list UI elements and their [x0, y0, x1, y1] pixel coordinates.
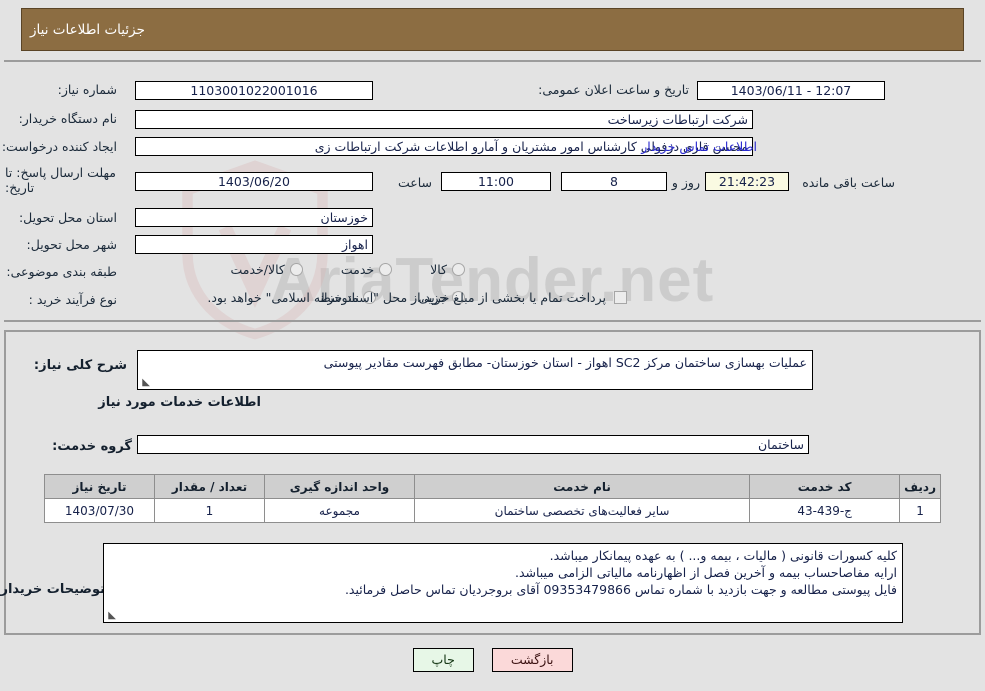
deadline-label: مهلت ارسال پاسخ: تا تاریخ:: [5, 165, 116, 195]
page-root: AriaTender.net جزئیات اطلاعات نیاز شماره…: [0, 0, 985, 691]
description-textarea[interactable]: عملیات بهسازی ساختمان مرکز SC2 اهواز - ا…: [137, 350, 813, 390]
resize-grip-icon[interactable]: ◣: [140, 378, 150, 388]
announce-datetime-value: 1403/06/11 - 12:07: [697, 81, 885, 100]
buyer-note-line: ارایه مفاصاحساب بیمه و آخرین فصل از اظها…: [514, 565, 897, 580]
description-label: شرح کلی نیاز:: [33, 358, 127, 373]
cell-name: سایر فعالیت‌های تخصصی ساختمان: [413, 498, 751, 523]
category-option-label: کالا: [430, 262, 447, 277]
checkbox-icon[interactable]: [614, 291, 627, 304]
need-number-value: 1103001022001016: [135, 81, 373, 100]
service-group-label-row: گروه خدمت:: [52, 439, 132, 454]
description-label-row: شرح کلی نیاز:: [34, 358, 127, 373]
cell-unit: مجموعه: [264, 498, 415, 523]
action-buttons: بازگشت چاپ: [0, 648, 985, 672]
cell-index: 1: [899, 498, 941, 523]
buyer-org-label-row: نام دستگاه خریدار:: [19, 111, 117, 126]
page-header: جزئیات اطلاعات نیاز: [21, 8, 964, 51]
province-label-row: استان محل تحویل:: [19, 210, 117, 225]
th-date: تاریخ نیاز: [44, 474, 155, 499]
buyer-org-label: نام دستگاه خریدار:: [18, 111, 117, 126]
table-row: 1 ج-439-43 سایر فعالیت‌های تخصصی ساختمان…: [44, 498, 941, 523]
city-label-row: شهر محل تحویل:: [27, 237, 117, 252]
th-code: کد خدمت: [749, 474, 901, 499]
service-group-label: گروه خدمت:: [52, 439, 132, 454]
category-option-label: کالا/خدمت: [230, 262, 285, 277]
treasury-checkbox-row[interactable]: پرداخت تمام یا بخشی از مبلغ خرید،از محل …: [207, 290, 627, 305]
category-radio-khedmat[interactable]: خدمت: [340, 262, 393, 277]
deadline-date-value: 1403/06/20: [135, 172, 373, 191]
remaining-days-value: 8: [561, 172, 667, 191]
radio-icon[interactable]: [452, 263, 465, 276]
province-label: استان محل تحویل:: [18, 210, 117, 225]
print-button[interactable]: چاپ: [412, 648, 474, 672]
services-table: ردیف کد خدمت نام خدمت واحد اندازه گیری ت…: [44, 474, 941, 523]
city-value: اهواز: [135, 235, 373, 254]
cell-date: 1403/07/30: [44, 498, 155, 523]
remaining-clock-value: 21:42:23: [705, 172, 789, 191]
category-label-row: طبقه بندی موضوعی:: [6, 264, 117, 279]
buyer-org-value: شرکت ارتباطات زیرساخت: [135, 110, 753, 129]
remaining-days-label: روز و: [671, 175, 700, 190]
th-index: ردیف: [899, 474, 941, 499]
category-radio-kala[interactable]: کالا: [430, 262, 465, 277]
th-unit: واحد اندازه گیری: [264, 474, 415, 499]
need-number-label-row: شماره نیاز:: [7, 82, 117, 97]
city-label: شهر محل تحویل:: [26, 237, 117, 252]
deadline-time-label: ساعت: [397, 175, 432, 190]
category-radio-kala-khedmat[interactable]: کالا/خدمت: [230, 262, 303, 277]
remaining-suffix-label: ساعت باقی مانده: [802, 175, 895, 190]
process-label-row: نوع فرآیند خرید :: [29, 292, 117, 307]
cell-code: ج-439-43: [749, 498, 901, 523]
radio-icon[interactable]: [379, 263, 393, 276]
announce-datetime-label: تاریخ و ساعت اعلان عمومی:: [538, 82, 689, 97]
th-qty: تعداد / مقدار: [154, 474, 265, 499]
buyer-note-line: فایل پیوستی مطالعه و جهت بازدید با شماره…: [344, 582, 897, 597]
buyer-contact-link[interactable]: اطلاعات تماس خریدار: [641, 139, 757, 154]
radio-icon[interactable]: [289, 263, 303, 276]
table-header-row: ردیف کد خدمت نام خدمت واحد اندازه گیری ت…: [44, 474, 941, 499]
services-table-wrap: ردیف کد خدمت نام خدمت واحد اندازه گیری ت…: [44, 474, 941, 523]
category-option-label: خدمت: [340, 262, 375, 277]
creator-label-row: ایجاد کننده درخواست:: [2, 139, 117, 154]
buyer-notes-label: توضیحات خریدار:: [0, 582, 105, 597]
deadline-time-value: 11:00: [441, 172, 551, 191]
buyer-notes-label-row: توضیحات خریدار:: [0, 582, 105, 597]
creator-label: ایجاد کننده درخواست:: [1, 139, 117, 154]
cell-qty: 1: [154, 498, 265, 523]
deadline-label-row: مهلت ارسال پاسخ: تا تاریخ:: [5, 165, 117, 195]
announce-datetime-label-row: تاریخ و ساعت اعلان عمومی:: [538, 82, 689, 97]
description-value: عملیات بهسازی ساختمان مرکز SC2 اهواز - ا…: [323, 355, 807, 370]
services-section-title: اطلاعات خدمات مورد نیاز: [98, 395, 261, 410]
buyer-note-line: کلیه کسورات قانونی ( مالیات ، بیمه و... …: [549, 548, 897, 563]
need-number-label: شماره نیاز:: [57, 82, 117, 97]
category-radio-group: کالا خدمت کالا/خدمت: [230, 262, 465, 277]
category-label: طبقه بندی موضوعی:: [6, 264, 117, 279]
resize-grip-icon[interactable]: ◣: [106, 611, 116, 621]
th-name: نام خدمت: [413, 474, 751, 499]
buyer-notes-textarea[interactable]: کلیه کسورات قانونی ( مالیات ، بیمه و... …: [103, 543, 903, 623]
back-button[interactable]: بازگشت: [491, 648, 573, 672]
treasury-checkbox-label: پرداخت تمام یا بخشی از مبلغ خرید،از محل …: [207, 290, 606, 305]
process-label: نوع فرآیند خرید :: [28, 292, 117, 307]
province-value: خوزستان: [135, 208, 373, 227]
service-group-value: ساختمان: [137, 435, 809, 454]
page-title: جزئیات اطلاعات نیاز: [30, 21, 145, 38]
